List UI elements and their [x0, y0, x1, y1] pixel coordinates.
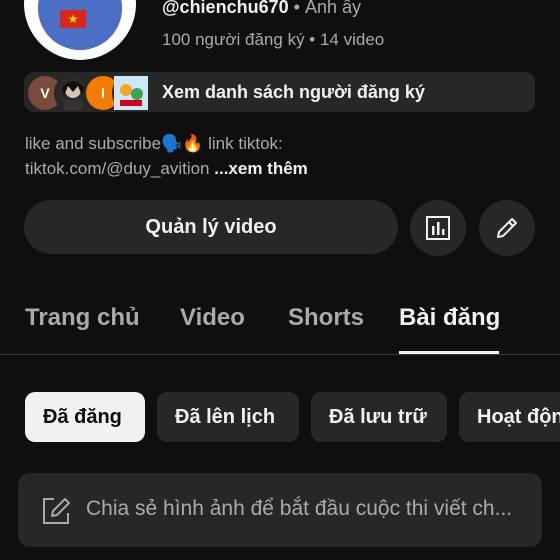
- tiktok-link[interactable]: tiktok.com/@duy_avition: [25, 159, 210, 178]
- handle-separator: •: [293, 0, 300, 17]
- chip-scheduled[interactable]: Đã lên lịch: [157, 392, 299, 442]
- tab-videos[interactable]: Video: [180, 304, 245, 332]
- channel-handle: @chienchu670: [162, 0, 289, 17]
- chip-activity[interactable]: Hoạt động: [459, 392, 560, 442]
- active-tab-indicator: [399, 351, 499, 354]
- chip-published[interactable]: Đã đăng: [25, 392, 145, 442]
- channel-handle-line: @chienchu670 • Anh ấy: [162, 0, 361, 18]
- channel-description-line1: like and subscribe🗣️🔥 link tiktok:: [25, 134, 283, 153]
- channel-avatar[interactable]: ★: [24, 0, 136, 60]
- tabs-divider: [0, 354, 560, 355]
- tab-posts[interactable]: Bài đăng: [399, 304, 500, 332]
- subscribers-list-label: Xem danh sách người đăng ký: [162, 82, 425, 102]
- channel-stats: 100 người đăng ký • 14 video: [162, 30, 385, 49]
- avatar-image: ★: [38, 0, 122, 50]
- analytics-icon: [426, 216, 450, 240]
- pencil-icon: [497, 218, 517, 238]
- subscribers-list-button[interactable]: V l Xem danh sách người đăng ký: [24, 72, 535, 112]
- composer-placeholder: Chia sẻ hình ảnh để bắt đầu cuộc thi viế…: [86, 497, 513, 520]
- manage-videos-button[interactable]: Quản lý video: [24, 200, 398, 254]
- analytics-button[interactable]: [410, 200, 466, 256]
- compose-icon: [43, 498, 70, 524]
- tab-shorts[interactable]: Shorts: [288, 304, 364, 332]
- tab-home[interactable]: Trang chủ: [25, 304, 140, 332]
- channel-description-line2: tiktok.com/@duy_avition ...xem thêm: [25, 159, 308, 179]
- channel-name: Anh ấy: [304, 0, 361, 17]
- post-composer[interactable]: Chia sẻ hình ảnh để bắt đầu cuộc thi viế…: [18, 473, 542, 547]
- vietnam-flag-icon: ★: [60, 10, 86, 28]
- edit-channel-button[interactable]: [479, 200, 535, 256]
- subscriber-avatar-cartoon: [112, 74, 150, 112]
- see-more-link[interactable]: ...xem thêm: [214, 159, 308, 178]
- chip-archived[interactable]: Đã lưu trữ: [311, 392, 447, 442]
